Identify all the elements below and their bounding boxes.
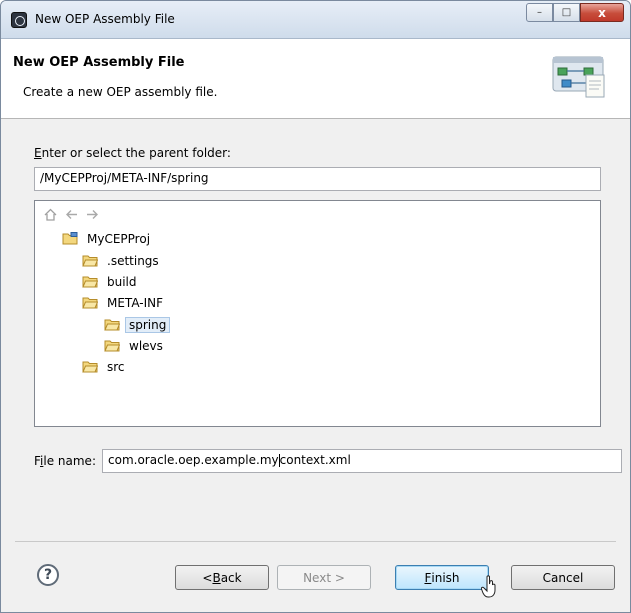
window-controls: – □ x [526,3,624,22]
next-button[interactable]: Next > [277,565,371,590]
mouse-cursor-icon [481,575,496,598]
tree-item-label: spring [125,316,171,333]
parent-folder-input[interactable]: /MyCEPProj/META-INF/spring [34,167,601,191]
folder-icon [82,361,98,373]
file-name-value-start: com.oracle.oep.example.my [108,453,279,467]
folder-icon [82,297,98,309]
forward-arrow-icon[interactable] [85,207,100,222]
file-name-label: File name: [34,454,96,468]
page-title: New OEP Assembly File [13,55,185,70]
title-bar[interactable]: New OEP Assembly File – □ x [1,1,630,39]
wizard-header: New OEP Assembly File Create a new OEP a… [1,39,630,119]
tree-item-meta-inf[interactable]: META-INF [82,293,167,312]
folder-tree[interactable]: MyCEPProj .settings build META-INF sprin… [34,200,601,427]
finish-button-label: inish [431,570,460,585]
tree-item-label: .settings [107,253,159,268]
back-arrow-icon[interactable] [64,207,79,222]
folder-icon [82,255,98,267]
tree-item-label: META-INF [107,295,164,310]
help-icon: ? [43,567,53,583]
minimize-icon: – [537,7,542,18]
folder-icon [104,319,120,331]
parent-folder-mnemonic: E [34,146,42,160]
tree-item-label: build [107,274,137,289]
file-name-input[interactable]: com.oracle.oep.example.mycontext.xml [102,449,622,473]
tree-item-mycepproj[interactable]: MyCEPProj [62,229,154,248]
wizard-banner-icon [552,56,605,98]
cancel-button[interactable]: Cancel [511,565,615,590]
tree-item-settings[interactable]: .settings [82,251,163,270]
tree-toolbar [43,207,100,222]
tree-item-label: wlevs [129,338,163,353]
project-folder-icon [62,232,78,245]
back-button[interactable]: < Back [175,565,269,590]
wizard-window: New OEP Assembly File – □ x New OEP Asse… [0,0,631,613]
file-name-value-end: context.xml [279,453,351,467]
tree-item-build[interactable]: build [82,272,141,291]
tree-item-spring[interactable]: spring [104,315,171,334]
parent-folder-label: Enter or select the parent folder: [34,146,231,160]
tree-item-label: MyCEPProj [87,231,151,246]
folder-icon [104,340,120,352]
window-title: New OEP Assembly File [35,12,175,26]
back-button-prefix: < [202,570,213,585]
tree-item-wlevs[interactable]: wlevs [104,336,167,355]
folder-icon [82,276,98,288]
help-button[interactable]: ? [37,564,59,586]
page-description: Create a new OEP assembly file. [23,85,218,99]
back-button-label: ack [220,570,242,585]
back-button-mnemonic: B [212,570,221,585]
maximize-icon: □ [561,7,572,18]
tree-item-label: src [107,359,125,374]
close-icon: x [598,5,606,20]
tree-item-src[interactable]: src [82,357,129,376]
file-name-mnemonic: i [40,454,44,468]
minimize-button[interactable]: – [526,3,553,22]
finish-button-mnemonic: F [424,570,432,585]
finish-button[interactable]: Finish [395,565,489,590]
close-button[interactable]: x [580,3,624,22]
home-icon[interactable] [43,207,58,222]
eclipse-icon [11,12,27,28]
parent-folder-label-text: nter or select the parent folder: [41,146,231,160]
footer-separator [15,541,616,542]
maximize-button[interactable]: □ [553,3,580,22]
